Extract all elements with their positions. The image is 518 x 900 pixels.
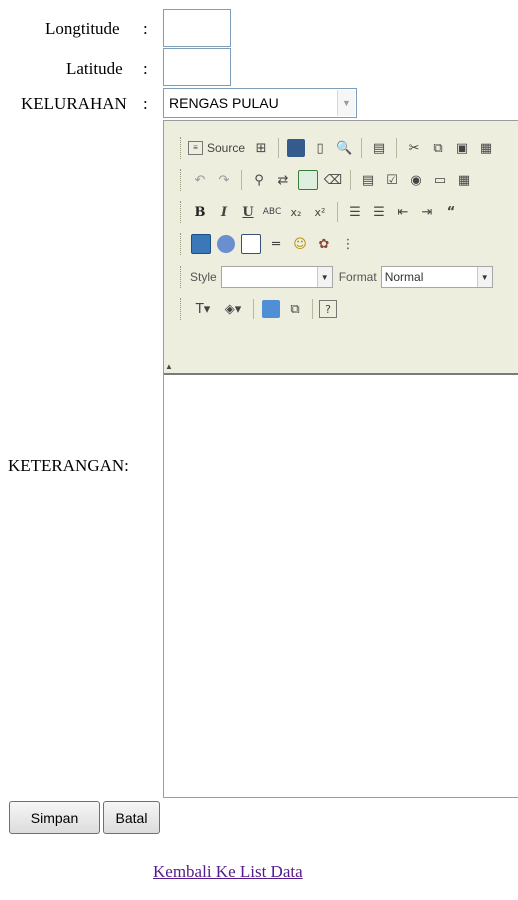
chevron-down-icon[interactable]: ▼ <box>337 90 355 116</box>
smiley-icon[interactable]: ☺ <box>289 233 311 255</box>
format-label: Format <box>338 270 377 284</box>
background-color-icon[interactable]: ◈▾ <box>219 298 247 320</box>
toolbar-row-1: ≡ Source ⊞ ▯ 🔍 ▤ ✂ ⧉ ▣ ▦ <box>164 133 498 163</box>
blockquote-icon[interactable]: “ <box>440 201 462 223</box>
show-blocks-icon[interactable]: ⧉ <box>284 298 306 320</box>
image-icon[interactable] <box>191 234 211 254</box>
longitude-input[interactable] <box>163 9 231 47</box>
toolbar-separator <box>396 138 398 158</box>
text-field-icon[interactable]: ▭ <box>429 169 451 191</box>
toolbar-separator <box>241 170 242 190</box>
format-value: Normal <box>384 270 424 284</box>
toolbar-row-2: ↶ ↷ ⚲ ⇄ ⌫ ▤ ☑ ◉ ▭ ▦ <box>164 165 476 195</box>
kelurahan-label: KELURAHAN <box>21 94 127 113</box>
find-icon[interactable]: ⚲ <box>248 169 270 191</box>
flash-icon[interactable] <box>217 235 235 253</box>
toolbar-separator <box>253 299 254 319</box>
toolbar-grip <box>180 233 186 255</box>
preview-icon[interactable]: 🔍 <box>333 137 355 159</box>
checkbox-icon[interactable]: ☑ <box>381 169 403 191</box>
print-icon[interactable]: ▤ <box>368 137 390 159</box>
subscript-icon[interactable]: x₂ <box>285 201 307 223</box>
maximize-icon[interactable] <box>262 300 280 318</box>
copy-icon[interactable]: ⧉ <box>427 137 449 159</box>
collapse-toolbar-icon[interactable]: ▲ <box>165 362 173 371</box>
editor-content-area[interactable] <box>164 375 518 797</box>
cancel-button[interactable]: Batal <box>103 801 160 834</box>
paste-icon[interactable]: ▣ <box>451 137 473 159</box>
rich-text-editor: ≡ Source ⊞ ▯ 🔍 ▤ ✂ ⧉ ▣ ▦ ↶ ↷ ⚲ ⇄ ⌫ ▤ ☑ ◉… <box>163 120 518 798</box>
toolbar-separator <box>350 170 351 190</box>
longitude-colon: : <box>143 19 148 38</box>
toolbar-grip <box>180 266 186 288</box>
toolbar-row-5: Style ▼ Format Normal ▼ <box>164 262 493 292</box>
toolbar-separator <box>312 299 313 319</box>
indent-icon[interactable]: ⇥ <box>416 201 438 223</box>
toolbar-separator <box>361 138 363 158</box>
source-icon: ≡ <box>188 141 203 155</box>
templates-icon[interactable]: ⊞ <box>250 137 272 159</box>
latitude-input[interactable] <box>163 48 231 86</box>
text-color-icon[interactable]: T▾ <box>189 298 217 320</box>
source-label: Source <box>207 141 246 155</box>
textarea-icon[interactable]: ▦ <box>453 169 475 191</box>
undo-icon[interactable]: ↶ <box>189 169 211 191</box>
remove-format-icon[interactable]: ⌫ <box>322 169 344 191</box>
radio-icon[interactable]: ◉ <box>405 169 427 191</box>
toolbar-grip <box>180 298 186 320</box>
editor-toolbar: ≡ Source ⊞ ▯ 🔍 ▤ ✂ ⧉ ▣ ▦ ↶ ↷ ⚲ ⇄ ⌫ ▤ ☑ ◉… <box>164 121 518 375</box>
underline-icon[interactable]: U <box>237 201 259 223</box>
longitude-label: Longtitude <box>45 19 120 38</box>
toolbar-row-3: B I U ABC x₂ x² ☰ ☰ ⇤ ⇥ “ <box>164 197 463 227</box>
replace-icon[interactable]: ⇄ <box>272 169 294 191</box>
save-icon[interactable] <box>287 139 306 157</box>
toolbar-row-4: ═ ☺ ✿ ⋮ <box>164 229 360 259</box>
superscript-icon[interactable]: x² <box>309 201 331 223</box>
toolbar-grip <box>180 201 186 223</box>
kelurahan-selected-value: RENGAS PULAU <box>169 95 279 111</box>
kelurahan-colon: : <box>143 94 148 113</box>
paste-text-icon[interactable]: ▦ <box>475 137 497 159</box>
toolbar-grip <box>180 137 186 159</box>
strikethrough-icon[interactable]: ABC <box>261 201 283 223</box>
format-combo[interactable]: Normal ▼ <box>380 266 493 288</box>
special-char-icon[interactable]: ✿ <box>313 233 335 255</box>
chevron-down-icon[interactable]: ▼ <box>316 267 332 287</box>
keterangan-label: KETERANGAN: <box>8 456 129 475</box>
style-label: Style <box>190 270 217 284</box>
form-icon[interactable]: ▤ <box>357 169 379 191</box>
save-button[interactable]: Simpan <box>9 801 100 834</box>
bulleted-list-icon[interactable]: ☰ <box>368 201 390 223</box>
back-to-list-link[interactable]: Kembali Ke List Data <box>153 862 303 882</box>
bold-icon[interactable]: B <box>189 201 211 223</box>
table-icon[interactable] <box>241 234 261 254</box>
outdent-icon[interactable]: ⇤ <box>392 201 414 223</box>
toolbar-grip <box>180 169 186 191</box>
page-break-icon[interactable]: ⋮ <box>337 233 359 255</box>
numbered-list-icon[interactable]: ☰ <box>344 201 366 223</box>
latitude-label: Latitude <box>66 59 123 78</box>
kelurahan-select[interactable]: RENGAS PULAU ▼ <box>163 88 357 118</box>
toolbar-separator <box>337 202 338 222</box>
select-all-icon[interactable] <box>298 170 318 190</box>
help-icon[interactable]: ? <box>319 300 337 318</box>
latitude-colon: : <box>143 59 148 78</box>
horizontal-rule-icon[interactable]: ═ <box>265 233 287 255</box>
toolbar-separator <box>278 138 280 158</box>
chevron-down-icon[interactable]: ▼ <box>476 267 492 287</box>
new-page-icon[interactable]: ▯ <box>309 137 331 159</box>
redo-icon[interactable]: ↷ <box>213 169 235 191</box>
cut-icon[interactable]: ✂ <box>403 137 425 159</box>
italic-icon[interactable]: I <box>213 201 235 223</box>
toolbar-row-6: T▾ ◈▾ ⧉ ? <box>164 294 338 324</box>
source-button[interactable]: ≡ Source <box>188 141 245 155</box>
style-combo[interactable]: ▼ <box>220 266 333 288</box>
